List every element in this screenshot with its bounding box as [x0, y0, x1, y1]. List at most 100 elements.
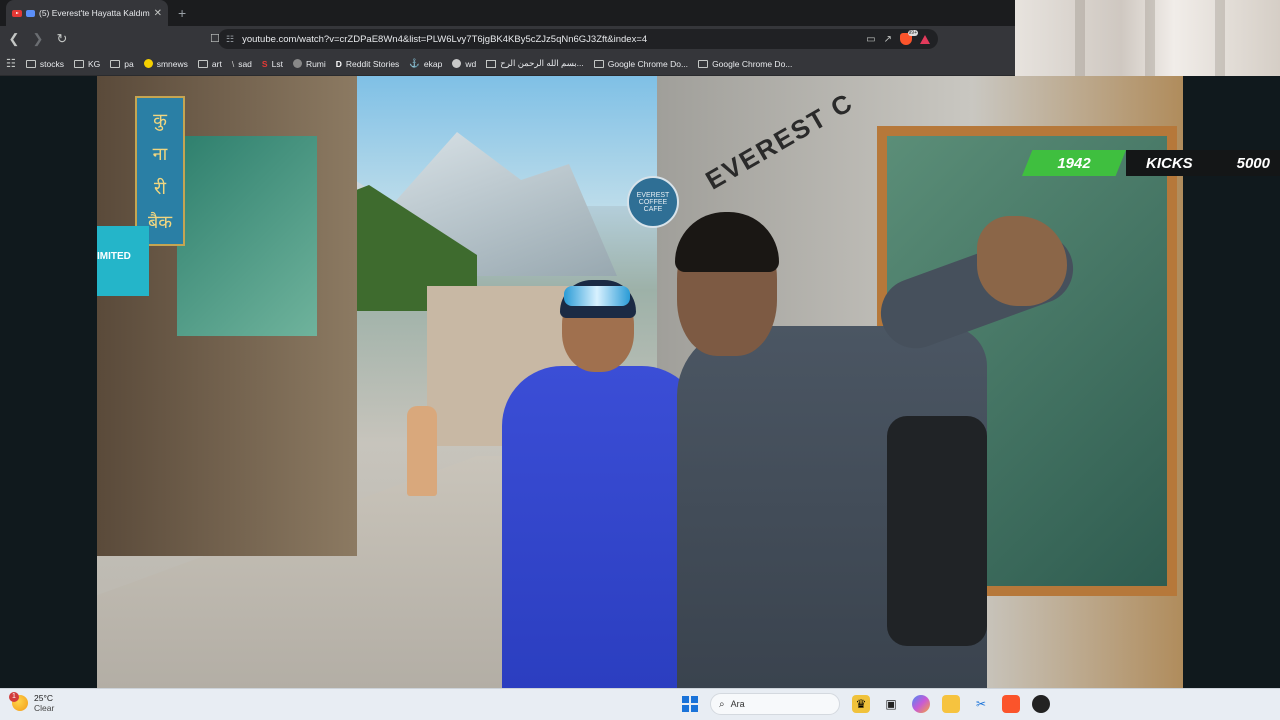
new-tab-button[interactable]: +	[168, 5, 196, 26]
weather-sun-icon: 1	[9, 692, 28, 711]
weather-temp: 25°C	[34, 693, 53, 703]
brave-browser-icon[interactable]	[1002, 695, 1020, 713]
sign-char: ना	[152, 144, 168, 164]
apps-grid-icon[interactable]: ☷	[6, 57, 16, 70]
bookmark-label: Google Chrome Do...	[712, 58, 793, 69]
kicks-label: KICKS	[1146, 154, 1193, 172]
bookmark-stocks[interactable]: stocks	[25, 58, 64, 69]
taskbar: 1 25°C Clear ⌕ Ara ♛ ▣ ✂	[0, 688, 1280, 720]
bookmark-label: art	[211, 58, 222, 69]
globe-icon	[292, 59, 302, 68]
shields-count-badge: 99+	[907, 30, 918, 36]
bookmark-label: ekap	[423, 58, 443, 69]
host-person	[675, 212, 1097, 688]
taskbar-apps: ⌕ Ara ♛ ▣ ✂	[682, 693, 1050, 715]
back-icon[interactable]: ❮	[6, 31, 22, 47]
cast-icon[interactable]: ▭	[866, 34, 875, 45]
kicks-label-bar: KICKS 5000	[1126, 150, 1280, 176]
bookmark-label: wd	[465, 58, 477, 69]
bank-sign: कु ना री बैक	[135, 96, 185, 246]
bird-icon: ⚓	[409, 58, 420, 68]
smiley-icon	[143, 59, 153, 68]
bookmark-bismillah[interactable]: بسم الله الرحمن الرح...	[486, 58, 584, 69]
youtube-icon	[12, 9, 22, 17]
search-icon: ⌕	[719, 698, 725, 710]
notification-badge: 1	[9, 692, 19, 702]
bookmark-label: Google Chrome Do...	[607, 58, 689, 69]
folder-icon	[25, 59, 36, 68]
forward-icon[interactable]: ❯	[30, 31, 46, 47]
address-bar[interactable]: ☷ youtube.com/watch?v=crZDPaE8Wn4&list=P…	[218, 29, 938, 49]
hand	[977, 216, 1067, 306]
kicks-goal-overlay: 1942 KICKS 5000	[1022, 150, 1280, 176]
goggles	[564, 286, 630, 306]
bookmark-wd[interactable]: wd	[452, 59, 476, 69]
folder-icon	[110, 59, 121, 68]
bookmark-label: sad	[238, 58, 252, 69]
glass-facade	[177, 136, 317, 336]
bookmark-label: KG	[87, 58, 101, 69]
tab-youtube[interactable]: (5) Everest'te Hayatta Kaldım ✕	[6, 0, 168, 26]
site-info-icon[interactable]: ☷	[226, 34, 234, 45]
video-frame: कु ना री बैक IMITED EVEREST COFFEE CAFE …	[97, 76, 1183, 688]
bookmark-label: Rumi	[305, 58, 326, 69]
sign-char: कु	[153, 110, 167, 130]
bookmark-lst[interactable]: S Lst	[262, 59, 283, 69]
reload-icon[interactable]: ↻	[54, 31, 70, 47]
d-icon: D	[335, 58, 342, 69]
kicks-goal: 5000	[1236, 154, 1270, 172]
weather-desc: Clear	[34, 703, 55, 713]
bookmark-kg[interactable]: KG	[73, 58, 101, 69]
tab-group-icon	[26, 9, 35, 17]
tab-title: (5) Everest'te Hayatta Kaldım	[39, 8, 150, 18]
bookmark-label: stocks	[39, 58, 64, 69]
snipping-tool-icon[interactable]: ✂	[972, 695, 990, 713]
slash-icon: \	[231, 58, 235, 69]
task-view-icon[interactable]: ▣	[882, 695, 900, 713]
screen: (5) Everest'te Hayatta Kaldım ✕ + ❮ ❯ ↻ …	[0, 0, 1280, 720]
start-button[interactable]	[682, 696, 698, 712]
brave-rewards-icon[interactable]	[920, 34, 930, 44]
bookmark-label: بسم الله الرحمن الرح...	[500, 58, 584, 68]
toolbar: ❮ ❯ ↻ ☷ youtube.com/watch?v=crZDPaE8Wn4&…	[0, 26, 1015, 52]
tab-strip: (5) Everest'te Hayatta Kaldım ✕ +	[0, 0, 1015, 26]
bookmark-pa[interactable]: pa	[110, 58, 134, 69]
backpack	[887, 416, 987, 646]
bookmark-ekap[interactable]: ⚓ ekap	[409, 58, 442, 69]
bookmark-chrome-docs-1[interactable]: Google Chrome Do...	[593, 58, 689, 69]
brave-shields-icon[interactable]: 99+	[900, 30, 918, 45]
folder-icon	[593, 59, 604, 68]
file-explorer-icon[interactable]	[942, 695, 960, 713]
browser-window: (5) Everest'te Hayatta Kaldım ✕ + ❮ ❯ ↻ …	[0, 0, 1015, 76]
close-tab-icon[interactable]: ✕	[154, 8, 162, 19]
bookmark-rumi[interactable]: Rumi	[292, 58, 326, 69]
bookmark-label: Lst	[271, 58, 283, 69]
kicks-count: 1942	[1022, 150, 1126, 176]
cafe-sign: EVEREST COFFEE CAFE	[627, 176, 679, 228]
bookmark-chrome-docs-2[interactable]: Google Chrome Do...	[698, 59, 792, 69]
url-text[interactable]: youtube.com/watch?v=crZDPaE8Wn4&list=PLW…	[242, 34, 858, 45]
sign-char: री	[153, 178, 167, 198]
bookmark-star-icon[interactable]: ☐	[210, 32, 220, 45]
limited-sign: IMITED	[97, 226, 149, 296]
hair	[675, 212, 779, 272]
search-placeholder: Ara	[730, 699, 745, 709]
wiki-icon	[452, 59, 462, 68]
bookmark-sad[interactable]: \ sad	[232, 59, 252, 69]
taskbar-search[interactable]: ⌕ Ara	[710, 693, 840, 715]
obs-icon[interactable]	[1032, 695, 1050, 713]
copilot-icon[interactable]	[912, 695, 930, 713]
bookmark-label: smnews	[156, 58, 188, 69]
bookmark-art[interactable]: art	[197, 58, 222, 69]
bookmark-label: pa	[124, 58, 134, 69]
doc-icon	[486, 59, 497, 68]
bookmark-smnews[interactable]: smnews	[143, 58, 188, 69]
weather-widget[interactable]: 1 25°C Clear	[9, 692, 55, 713]
sign-char: बैक	[147, 212, 173, 232]
folder-icon	[197, 59, 208, 68]
widgets-icon[interactable]: ♛	[852, 695, 870, 713]
walking-person	[407, 406, 437, 496]
bookmark-reddit-stories[interactable]: D Reddit Stories	[336, 59, 400, 69]
blue-jacket	[502, 366, 702, 688]
share-icon[interactable]: ↗	[884, 34, 892, 45]
